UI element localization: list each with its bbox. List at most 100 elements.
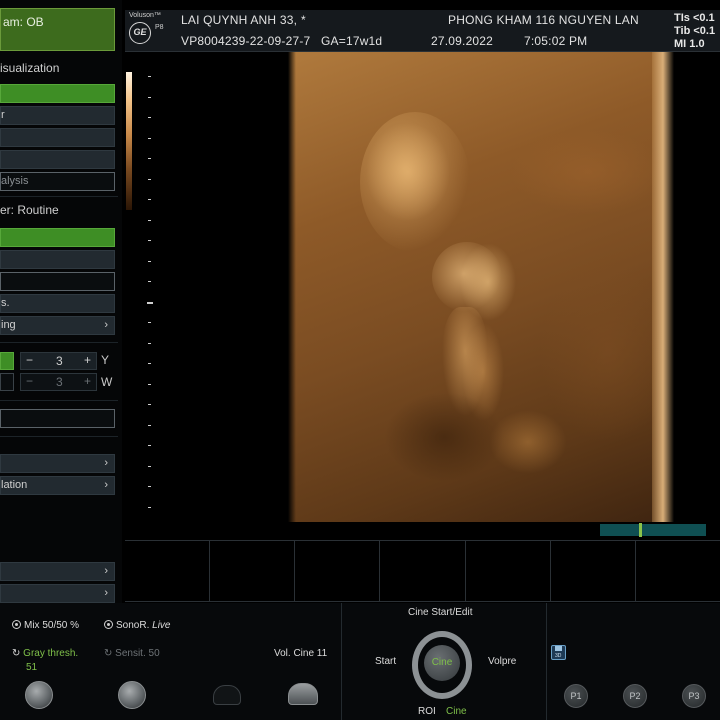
dpad-center-button[interactable]: Cine bbox=[424, 645, 460, 681]
stepper-toggle-w[interactable] bbox=[0, 373, 14, 391]
bottom-control-panel: Mix 50/50 % SonoR. Live ↻ Gray thresh. 5… bbox=[0, 603, 720, 720]
start-label: Start bbox=[375, 656, 397, 667]
exam-type-box[interactable]: am: OB bbox=[0, 8, 115, 51]
depth-tick bbox=[148, 96, 151, 98]
vis-button-3[interactable] bbox=[0, 128, 115, 147]
exam-date: 27.09.2022 bbox=[431, 34, 494, 48]
ultrasound-image-area[interactable] bbox=[122, 52, 720, 540]
analysis-button[interactable]: alysis bbox=[0, 172, 115, 191]
clinic-name: PHONG KHAM 116 NGUYEN LAN bbox=[448, 13, 639, 27]
visualization-section-title: isualization bbox=[0, 61, 60, 75]
lower-button-2[interactable]: › bbox=[0, 454, 115, 473]
cine-progress-bar[interactable] bbox=[600, 524, 706, 536]
volpre-label: Volpre bbox=[488, 656, 517, 667]
preset-p1-button[interactable]: P1 bbox=[564, 684, 588, 708]
exam-label: am: OB bbox=[3, 15, 44, 29]
thumbnail-slot[interactable] bbox=[466, 541, 551, 601]
axis-label-w: W bbox=[101, 375, 113, 389]
depth-tick bbox=[148, 404, 151, 405]
circle-arrow-icon: ↻ bbox=[104, 648, 113, 659]
rocker-button[interactable] bbox=[213, 685, 241, 705]
cine-position-marker[interactable] bbox=[639, 523, 642, 537]
radio-selected-icon bbox=[104, 620, 113, 629]
tis-value: TIs <0.1 bbox=[674, 12, 715, 24]
minus-button[interactable]: − bbox=[26, 374, 33, 388]
roi-label: ROI bbox=[418, 706, 436, 717]
lower-button-5[interactable]: › bbox=[0, 584, 115, 603]
stepper-y-value: 3 bbox=[56, 354, 63, 368]
divider bbox=[0, 436, 118, 437]
sensit-knob[interactable] bbox=[118, 681, 146, 709]
depth-tick bbox=[148, 506, 151, 508]
cine-start-edit-label: Cine Start/Edit bbox=[408, 607, 473, 618]
render-edge bbox=[288, 52, 296, 522]
render-button-2[interactable] bbox=[0, 250, 115, 269]
vol-cine-button[interactable] bbox=[288, 683, 318, 705]
divider bbox=[546, 603, 547, 720]
stepper-toggle-y[interactable] bbox=[0, 352, 14, 370]
gestational-age: GA=17w1d bbox=[321, 34, 383, 48]
simulation-button[interactable]: lation › bbox=[0, 476, 115, 495]
preset-p3-button[interactable]: P3 bbox=[682, 684, 706, 708]
vis-button-4[interactable] bbox=[0, 150, 115, 169]
depth-tick bbox=[148, 199, 151, 200]
roi-cine-label: Cine bbox=[446, 706, 467, 717]
chevron-right-icon: › bbox=[104, 587, 108, 599]
depth-tick bbox=[148, 445, 151, 446]
preset-p2-button[interactable]: P2 bbox=[623, 684, 647, 708]
stepper-w[interactable]: − 3 + bbox=[20, 373, 97, 391]
depth-tick bbox=[148, 363, 151, 364]
depth-tick bbox=[148, 219, 151, 221]
render-button-1[interactable] bbox=[0, 228, 115, 247]
exam-time: 7:05:02 PM bbox=[524, 34, 588, 48]
render-section-title: er: Routine bbox=[0, 203, 59, 217]
thumbnail-slot[interactable] bbox=[551, 541, 636, 601]
divider bbox=[0, 342, 118, 343]
vis-button-2[interactable]: r bbox=[0, 106, 115, 125]
sensit-label: ↻ Sensit. 50 bbox=[104, 648, 160, 659]
lower-button-1[interactable] bbox=[0, 409, 115, 428]
thumbnail-slot[interactable] bbox=[295, 541, 381, 601]
lower-button-4[interactable]: › bbox=[0, 562, 115, 581]
radio-selected-icon bbox=[12, 620, 21, 629]
depth-tick bbox=[148, 260, 151, 262]
depth-tick bbox=[148, 178, 151, 180]
render-button-5[interactable]: ing › bbox=[0, 316, 115, 335]
patient-name: LAI QUYNH ANH 33, bbox=[181, 13, 298, 27]
depth-tick bbox=[148, 76, 151, 77]
plus-button[interactable]: + bbox=[84, 353, 91, 367]
render-highlight bbox=[432, 242, 502, 312]
sonor-option[interactable]: SonoR. Live bbox=[104, 620, 171, 631]
depth-tick bbox=[148, 342, 151, 344]
trackball-dpad[interactable]: Cine bbox=[412, 627, 472, 703]
patient-id: VP8004239-22-09-27-7 bbox=[181, 34, 311, 48]
thumbnail-slot[interactable] bbox=[210, 541, 296, 601]
stepper-w-value: 3 bbox=[56, 375, 63, 389]
depth-tick bbox=[148, 486, 151, 487]
depth-tick bbox=[148, 383, 151, 385]
chevron-right-icon: › bbox=[104, 565, 108, 577]
mix-option[interactable]: Mix 50/50 % bbox=[12, 620, 79, 631]
depth-tick bbox=[148, 117, 151, 118]
thumbnail-slot[interactable] bbox=[125, 541, 211, 601]
depth-tick bbox=[148, 322, 151, 323]
depth-tick bbox=[148, 240, 151, 241]
stepper-y[interactable]: − 3 + bbox=[20, 352, 97, 370]
gray-thresh-value: 51 bbox=[26, 662, 38, 673]
voluson-logo-text: Voluson™ bbox=[129, 12, 161, 19]
chevron-right-icon: › bbox=[104, 479, 108, 491]
depth-tick bbox=[147, 301, 153, 304]
render-button-4[interactable]: s. bbox=[0, 294, 115, 313]
thumbnail-slot[interactable] bbox=[636, 541, 720, 601]
plus-button[interactable]: + bbox=[84, 374, 91, 388]
thumbnail-slot[interactable] bbox=[380, 541, 466, 601]
gray-thresh-knob[interactable] bbox=[25, 681, 53, 709]
circle-arrow-icon: ↻ bbox=[12, 648, 21, 659]
vis-button-1[interactable] bbox=[0, 84, 115, 103]
grayscale-colorbar bbox=[126, 72, 132, 210]
axis-label-y: Y bbox=[101, 353, 110, 367]
render-button-3[interactable] bbox=[0, 272, 115, 291]
depth-tick bbox=[148, 424, 151, 426]
mi-value: MI 1.0 bbox=[674, 38, 705, 50]
minus-button[interactable]: − bbox=[26, 353, 33, 367]
